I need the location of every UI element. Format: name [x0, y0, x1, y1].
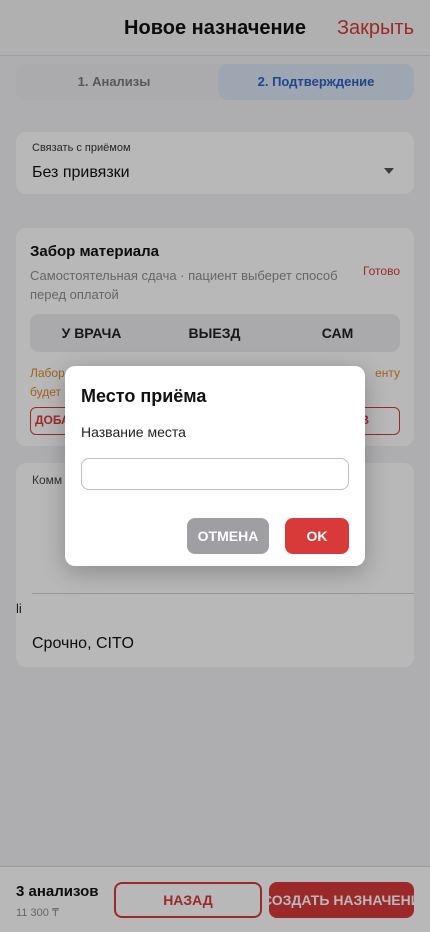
place-dialog: Место приёма Название места ОТМЕНА OK — [65, 366, 365, 566]
dialog-title: Место приёма — [81, 386, 207, 406]
ok-button[interactable]: OK — [285, 518, 349, 554]
cancel-button[interactable]: ОТМЕНА — [187, 518, 269, 554]
place-name-label: Название места — [81, 424, 186, 440]
place-name-input[interactable] — [81, 458, 349, 490]
